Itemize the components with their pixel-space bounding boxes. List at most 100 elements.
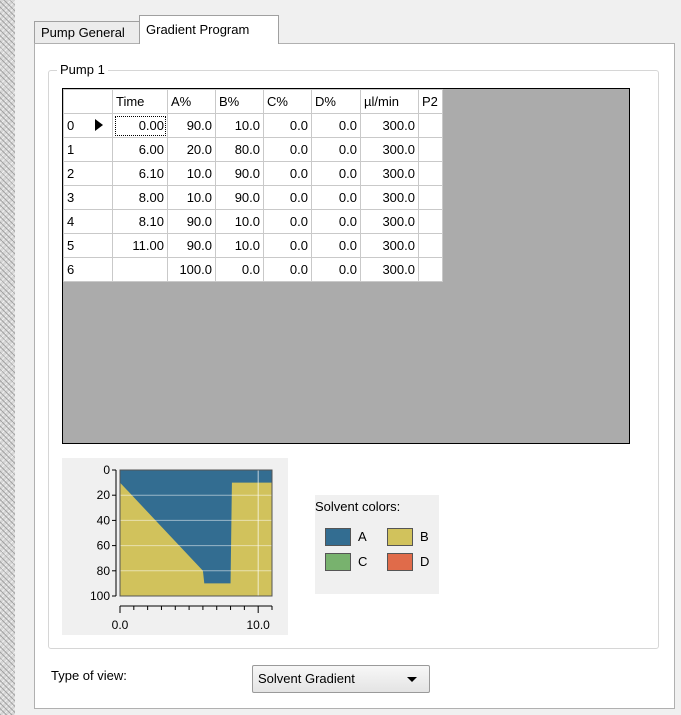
table-row[interactable]: 6 100.0 0.0 0.0 0.0 300.0 — [63, 257, 443, 282]
gradient-grid[interactable]: Time A% B% C% D% µl/min P2 0 0.00 90.0 10.0… — [62, 88, 630, 444]
cell-flow[interactable]: 300.0 — [360, 161, 419, 186]
gradient-table[interactable]: Time A% B% C% D% µl/min P2 0 0.00 90.0 10.0… — [63, 89, 443, 282]
cell-c[interactable]: 0.0 — [263, 257, 312, 282]
cell-c[interactable]: 0.0 — [263, 161, 312, 186]
x-tick-label: 10.0 — [247, 618, 271, 632]
table-row[interactable]: 5 11.00 90.0 10.0 0.0 0.0 300.0 — [63, 233, 443, 258]
cell-p2[interactable] — [418, 185, 443, 210]
y-tick-label: 100 — [90, 589, 110, 603]
dialog-panel: Pump General Gradient Program Pump 1 Tim… — [15, 0, 681, 715]
y-tick-label: 40 — [97, 513, 111, 527]
solvent-a-swatch — [325, 528, 351, 546]
cell-d[interactable]: 0.0 — [311, 209, 361, 234]
cell-flow[interactable]: 300.0 — [360, 137, 419, 162]
solvent-d-swatch — [387, 553, 413, 571]
current-row-arrow-icon — [95, 119, 103, 131]
cell-d[interactable]: 0.0 — [311, 161, 361, 186]
solvent-c-swatch — [325, 553, 351, 571]
row-header[interactable]: 3 — [63, 185, 113, 210]
y-tick-label: 80 — [97, 564, 111, 578]
cell-d[interactable]: 0.0 — [311, 113, 361, 138]
cell-flow[interactable]: 300.0 — [360, 185, 419, 210]
solvent-c-label: C — [358, 554, 368, 569]
cell-b[interactable]: 10.0 — [215, 113, 264, 138]
cell-time[interactable]: 0.00 — [112, 113, 168, 138]
row-header[interactable]: 6 — [63, 257, 113, 282]
row-header[interactable]: 4 — [63, 209, 113, 234]
grid-header-flow[interactable]: µl/min — [360, 89, 419, 114]
solvent-d-label: D — [420, 554, 430, 569]
cell-p2[interactable] — [418, 209, 443, 234]
table-row[interactable]: 2 6.10 10.0 90.0 0.0 0.0 300.0 — [63, 161, 443, 186]
table-row[interactable]: 0 0.00 90.0 10.0 0.0 0.0 300.0 — [63, 113, 443, 138]
cell-d[interactable]: 0.0 — [311, 185, 361, 210]
cell-b[interactable]: 0.0 — [215, 257, 264, 282]
solvent-legend: Solvent colors: A B C D — [315, 495, 439, 594]
cell-time[interactable] — [112, 257, 168, 282]
cell-flow[interactable]: 300.0 — [360, 257, 419, 282]
row-header[interactable]: 0 — [63, 113, 113, 138]
cell-flow[interactable]: 300.0 — [360, 233, 419, 258]
y-tick-label: 0 — [103, 463, 110, 477]
cell-b[interactable]: 90.0 — [215, 185, 264, 210]
cell-b[interactable]: 80.0 — [215, 137, 264, 162]
type-of-view-dropdown[interactable]: Solvent Gradient — [252, 665, 430, 693]
tab-pump-general[interactable]: Pump General — [34, 21, 142, 44]
cell-c[interactable]: 0.0 — [263, 185, 312, 210]
solvent-a-label: A — [358, 529, 367, 544]
solvent-b-label: B — [420, 529, 429, 544]
cell-a[interactable]: 10.0 — [167, 161, 216, 186]
cell-a[interactable]: 20.0 — [167, 137, 216, 162]
cell-a[interactable]: 90.0 — [167, 113, 216, 138]
gradient-plot: 0 20 40 60 80 100 0.0 10.0 — [62, 458, 288, 635]
row-header[interactable]: 5 — [63, 233, 113, 258]
cell-time[interactable]: 11.00 — [112, 233, 168, 258]
cell-flow[interactable]: 300.0 — [360, 209, 419, 234]
row-header[interactable]: 2 — [63, 161, 113, 186]
chevron-down-icon — [407, 677, 417, 682]
table-row[interactable]: 4 8.10 90.0 10.0 0.0 0.0 300.0 — [63, 209, 443, 234]
cell-c[interactable]: 0.0 — [263, 137, 312, 162]
grid-header-p2[interactable]: P2 — [418, 89, 443, 114]
cell-a[interactable]: 90.0 — [167, 233, 216, 258]
cell-d[interactable]: 0.0 — [311, 233, 361, 258]
grid-header-corner — [63, 89, 113, 114]
y-tick-label: 60 — [97, 539, 111, 553]
grid-header-a[interactable]: A% — [167, 89, 216, 114]
table-row[interactable]: 3 8.00 10.0 90.0 0.0 0.0 300.0 — [63, 185, 443, 210]
grid-header-time[interactable]: Time — [112, 89, 168, 114]
cell-p2[interactable] — [418, 161, 443, 186]
cell-time[interactable]: 6.00 — [112, 137, 168, 162]
cell-d[interactable]: 0.0 — [311, 137, 361, 162]
cell-b[interactable]: 90.0 — [215, 161, 264, 186]
cell-p2[interactable] — [418, 257, 443, 282]
cell-c[interactable]: 0.0 — [263, 233, 312, 258]
window-border-texture — [0, 0, 16, 715]
cell-a[interactable]: 90.0 — [167, 209, 216, 234]
cell-b[interactable]: 10.0 — [215, 209, 264, 234]
cell-c[interactable]: 0.0 — [263, 113, 312, 138]
cell-time[interactable]: 8.10 — [112, 209, 168, 234]
grid-header-row: Time A% B% C% D% µl/min P2 — [63, 89, 443, 114]
cell-p2[interactable] — [418, 233, 443, 258]
solvent-legend-title: Solvent colors: — [315, 499, 401, 514]
cell-p2[interactable] — [418, 137, 443, 162]
pump-group-title: Pump 1 — [57, 62, 108, 77]
row-header[interactable]: 1 — [63, 137, 113, 162]
grid-header-d[interactable]: D% — [311, 89, 361, 114]
cell-a[interactable]: 10.0 — [167, 185, 216, 210]
grid-header-c[interactable]: C% — [263, 89, 312, 114]
cell-time[interactable]: 8.00 — [112, 185, 168, 210]
cell-p2[interactable] — [418, 113, 443, 138]
x-tick-label: 0.0 — [112, 618, 129, 632]
tab-gradient-program[interactable]: Gradient Program — [139, 15, 279, 44]
cell-b[interactable]: 10.0 — [215, 233, 264, 258]
type-of-view-label: Type of view: — [51, 668, 127, 683]
cell-a[interactable]: 100.0 — [167, 257, 216, 282]
cell-flow[interactable]: 300.0 — [360, 113, 419, 138]
table-row[interactable]: 1 6.00 20.0 80.0 0.0 0.0 300.0 — [63, 137, 443, 162]
cell-c[interactable]: 0.0 — [263, 209, 312, 234]
cell-d[interactable]: 0.0 — [311, 257, 361, 282]
grid-header-b[interactable]: B% — [215, 89, 264, 114]
cell-time[interactable]: 6.10 — [112, 161, 168, 186]
